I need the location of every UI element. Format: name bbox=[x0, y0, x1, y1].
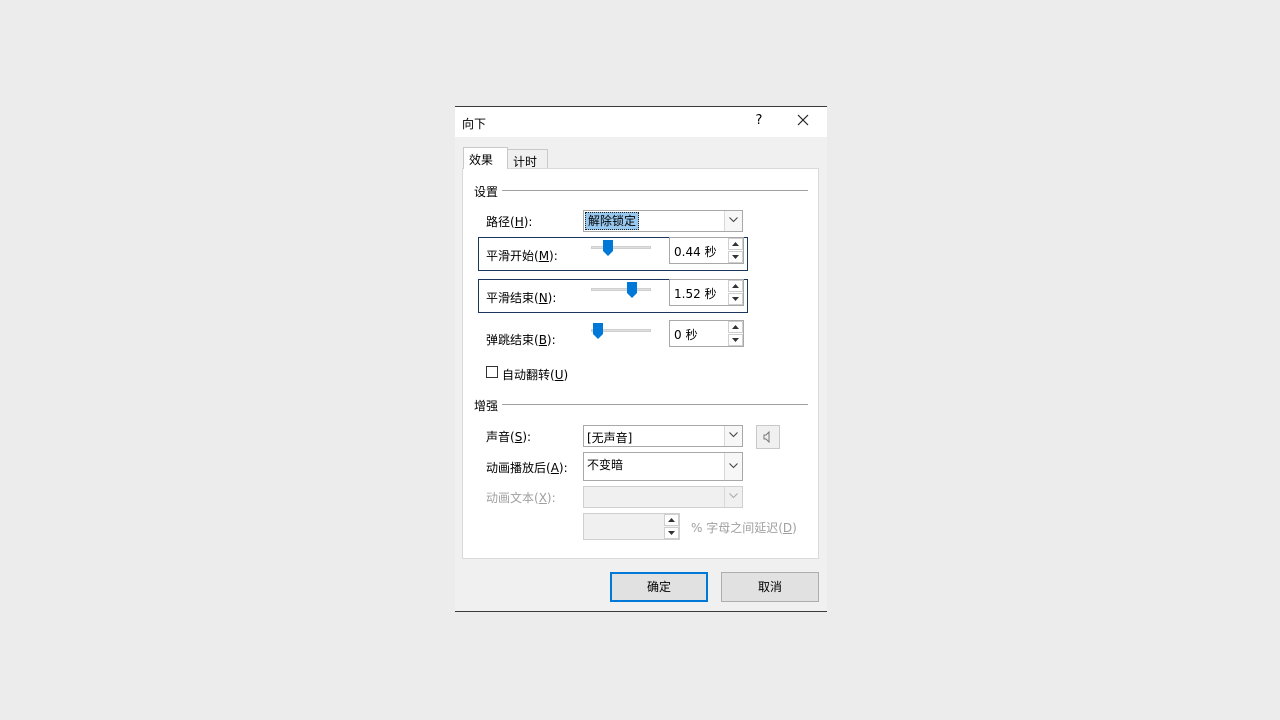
path-value: 解除锁定 bbox=[585, 212, 640, 230]
effect-panel: 设置 路径(H): 解除锁定 平滑开始(M): 0.44 秒 平滑结束(N): bbox=[462, 168, 819, 559]
caret-down-icon bbox=[732, 338, 739, 342]
smooth-end-label: 平滑结束(N): bbox=[486, 291, 557, 305]
caret-down-icon bbox=[732, 255, 739, 259]
letter-delay-label: % 字母之间延迟(D) bbox=[691, 521, 797, 535]
smooth-end-slider-thumb[interactable] bbox=[627, 282, 637, 298]
smooth-end-up-button[interactable] bbox=[728, 280, 743, 292]
smooth-end-down-button[interactable] bbox=[728, 293, 743, 305]
path-dropdown-button[interactable] bbox=[724, 211, 742, 231]
bounce-end-slider-thumb[interactable] bbox=[593, 323, 603, 339]
animate-text-dropdown[interactable] bbox=[583, 486, 743, 508]
path-label: 路径(H): bbox=[486, 215, 533, 229]
letter-delay-spinner[interactable] bbox=[583, 513, 680, 540]
enhance-group-title: 增强 bbox=[474, 399, 499, 413]
dialog-title: 向下 bbox=[462, 117, 487, 131]
animate-text-label: 动画文本(X): bbox=[486, 491, 556, 505]
bounce-end-value: 0 秒 bbox=[674, 328, 698, 342]
sound-settings-button[interactable] bbox=[756, 425, 780, 449]
smooth-end-spinner[interactable]: 1.52 秒 bbox=[669, 279, 744, 306]
auto-reverse-label[interactable]: 自动翻转(U) bbox=[502, 366, 568, 383]
after-animation-value: 不变暗 bbox=[587, 458, 624, 472]
sound-label: 声音(S): bbox=[486, 430, 532, 444]
bounce-end-down-button[interactable] bbox=[728, 334, 743, 346]
bounce-end-spinner[interactable]: 0 秒 bbox=[669, 320, 744, 347]
path-dropdown[interactable]: 解除锁定 bbox=[583, 210, 743, 232]
speaker-icon bbox=[763, 431, 770, 443]
sound-dropdown[interactable]: [无声音] bbox=[583, 425, 743, 447]
caret-up-icon bbox=[732, 325, 739, 329]
letter-delay-up-button[interactable] bbox=[664, 514, 679, 526]
caret-down-icon bbox=[732, 297, 739, 301]
after-animation-label: 动画播放后(A): bbox=[486, 461, 568, 475]
close-button[interactable] bbox=[791, 111, 815, 133]
chevron-down-icon bbox=[729, 217, 738, 223]
tab-timing-label: 计时 bbox=[513, 155, 538, 169]
after-animation-dropdown[interactable]: 不变暗 bbox=[583, 452, 743, 481]
dialog-window: 向下 ? 效果 计时 设置 路径(H): 解除锁定 平滑开始(M): 0.44 … bbox=[455, 106, 827, 612]
sound-value: [无声音] bbox=[587, 431, 633, 445]
smooth-start-label: 平滑开始(M): bbox=[486, 249, 558, 263]
settings-divider bbox=[502, 190, 808, 191]
caret-up-icon bbox=[668, 518, 675, 522]
smooth-start-value: 0.44 秒 bbox=[674, 245, 717, 259]
after-animation-dropdown-button[interactable] bbox=[724, 453, 742, 480]
tab-effect[interactable]: 效果 bbox=[463, 147, 508, 169]
smooth-end-value: 1.52 秒 bbox=[674, 287, 717, 301]
ok-button-label: 确定 bbox=[646, 580, 671, 594]
chevron-down-icon bbox=[729, 432, 738, 438]
chevron-down-icon bbox=[729, 463, 738, 469]
cancel-button-label: 取消 bbox=[757, 580, 782, 594]
smooth-start-spinner[interactable]: 0.44 秒 bbox=[669, 237, 744, 264]
auto-reverse-checkbox[interactable] bbox=[486, 366, 498, 378]
smooth-start-slider[interactable] bbox=[591, 246, 651, 249]
enhance-divider bbox=[502, 404, 808, 405]
caret-up-icon bbox=[732, 284, 739, 288]
chevron-down-icon bbox=[729, 493, 738, 499]
tab-timing[interactable]: 计时 bbox=[507, 149, 548, 169]
settings-group-title: 设置 bbox=[474, 185, 499, 199]
close-icon bbox=[797, 114, 809, 126]
cancel-button[interactable]: 取消 bbox=[721, 572, 819, 602]
animate-text-dropdown-button[interactable] bbox=[724, 487, 742, 507]
bounce-end-label: 弹跳结束(B): bbox=[486, 333, 556, 347]
smooth-start-up-button[interactable] bbox=[728, 238, 743, 250]
help-button[interactable]: ? bbox=[747, 113, 771, 131]
caret-down-icon bbox=[668, 531, 675, 535]
title-bar: 向下 ? bbox=[455, 107, 827, 137]
letter-delay-down-button[interactable] bbox=[664, 527, 679, 539]
bounce-end-up-button[interactable] bbox=[728, 321, 743, 333]
smooth-end-slider[interactable] bbox=[591, 288, 651, 291]
smooth-start-slider-thumb[interactable] bbox=[603, 240, 613, 256]
sound-dropdown-button[interactable] bbox=[724, 426, 742, 446]
caret-up-icon bbox=[732, 242, 739, 246]
tab-effect-label: 效果 bbox=[469, 153, 494, 167]
ok-button[interactable]: 确定 bbox=[610, 572, 708, 602]
smooth-start-down-button[interactable] bbox=[728, 251, 743, 263]
